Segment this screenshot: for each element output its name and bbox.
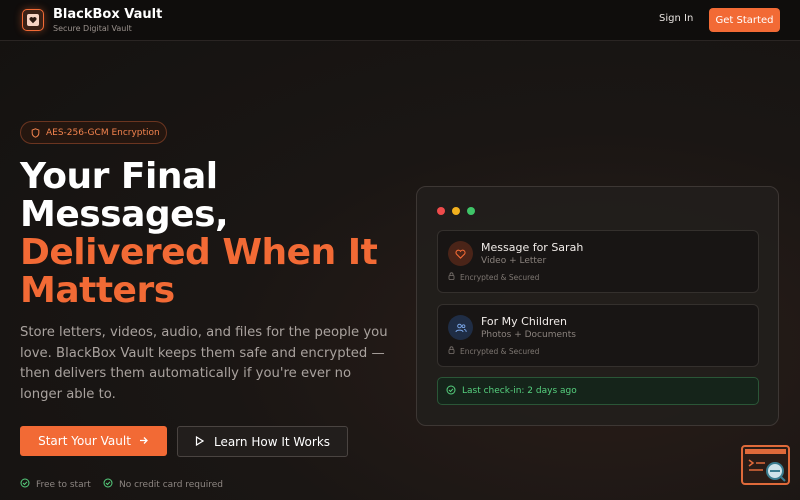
heart-icon	[448, 241, 473, 266]
badge-label: AES-256-GCM Encryption	[46, 127, 160, 138]
brand-name: BlackBox Vault	[53, 7, 163, 22]
checkin-label: Last check-in: 2 days ago	[462, 386, 577, 396]
hero-headline: Your Final Messages, Delivered When It M…	[20, 158, 400, 310]
vault-preview-card: Message for Sarah Video + Letter Encrypt…	[416, 186, 779, 426]
hero-description: Store letters, videos, audio, and files …	[20, 325, 388, 402]
message-status: Encrypted & Secured	[448, 272, 539, 282]
message-subtitle: Photos + Documents	[481, 330, 576, 340]
message-status: Encrypted & Secured	[448, 346, 539, 356]
checkin-status: Last check-in: 2 days ago	[437, 377, 759, 405]
window-dot-yellow	[452, 207, 460, 215]
headline-highlight: Matters	[20, 270, 175, 311]
logo[interactable]	[22, 9, 44, 31]
message-title: For My Children	[481, 315, 567, 328]
headline-line: Messages,	[20, 194, 229, 235]
status-label: Encrypted & Secured	[460, 346, 540, 356]
top-nav: BlackBox Vault Secure Digital Vault Sign…	[0, 0, 800, 41]
brand: BlackBox Vault Secure Digital Vault	[53, 7, 162, 34]
start-vault-label: Start Your Vault	[38, 434, 131, 448]
window-dot-green	[467, 207, 475, 215]
perk-item: No credit card required	[103, 478, 223, 491]
arrow-right-icon	[139, 434, 149, 448]
play-icon	[195, 435, 205, 449]
window-dot-red	[437, 207, 445, 215]
learn-how-label: Learn How It Works	[213, 434, 331, 449]
shield-icon	[31, 123, 40, 142]
headline-line: Your Final	[20, 156, 218, 197]
encryption-badge: AES-256-GCM Encryption	[20, 121, 167, 144]
lock-icon	[448, 272, 455, 282]
message-title: Message for Sarah	[481, 241, 584, 254]
check-circle-icon	[446, 385, 456, 398]
headline-highlight: Delivered When It	[20, 232, 378, 273]
floating-help-widget[interactable]	[741, 445, 790, 485]
check-circle-icon	[20, 478, 30, 491]
start-vault-button[interactable]: Start Your Vault	[20, 426, 167, 456]
perk-label: No credit card required	[119, 479, 223, 490]
vault-message-item[interactable]: For My Children Photos + Documents Encry…	[437, 304, 759, 367]
perk-label: Free to start	[36, 479, 91, 490]
heart-icon	[27, 14, 39, 26]
brand-tagline: Secure Digital Vault	[53, 24, 132, 33]
message-subtitle: Video + Letter	[481, 256, 547, 266]
status-label: Encrypted & Secured	[460, 272, 540, 282]
sign-in-link[interactable]: Sign In	[659, 13, 693, 24]
users-icon	[448, 315, 473, 340]
lock-icon	[448, 346, 455, 356]
chat-widget-icon	[745, 449, 786, 482]
check-circle-icon	[103, 478, 113, 491]
learn-how-button[interactable]: Learn How It Works	[177, 426, 348, 457]
get-started-button[interactable]: Get Started	[709, 8, 780, 32]
perk-item: Free to start	[20, 478, 91, 491]
vault-message-item[interactable]: Message for Sarah Video + Letter Encrypt…	[437, 230, 759, 293]
